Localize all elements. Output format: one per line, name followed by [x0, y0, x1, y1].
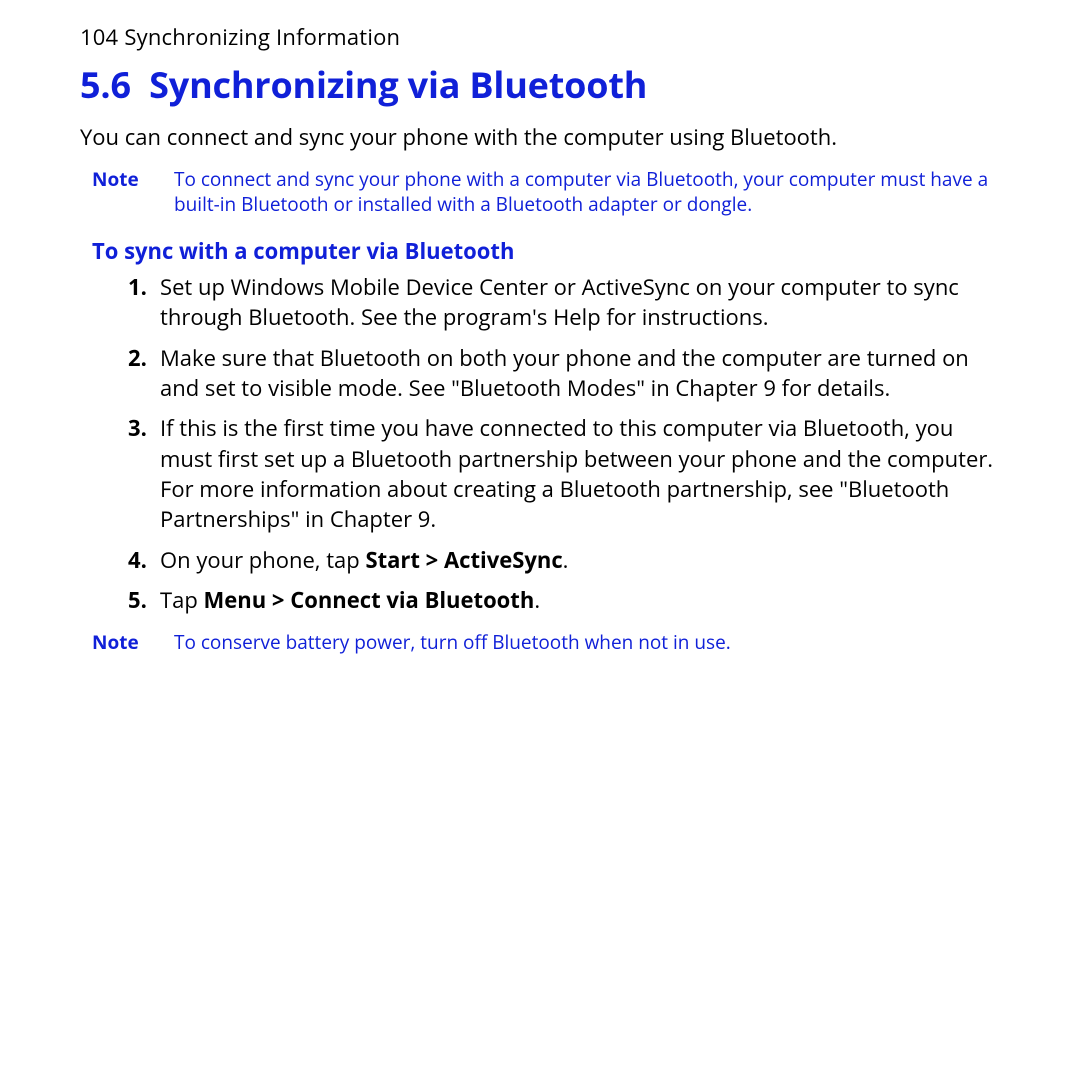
running-header: 104Synchronizing Information: [80, 22, 1010, 52]
note-block-2: Note To conserve battery power, turn off…: [80, 630, 1010, 656]
step-3-text: If this is the first time you have conne…: [160, 413, 993, 534]
note-label: Note: [92, 167, 140, 218]
section-number: 5.6: [80, 60, 131, 109]
step-3: If this is the first time you have conne…: [160, 413, 1010, 534]
note-block-1: Note To connect and sync your phone with…: [80, 167, 1010, 218]
step-4-post: .: [563, 545, 569, 575]
page-number: 104: [80, 22, 118, 52]
section-heading: 5.6 Synchronizing via Bluetooth: [80, 60, 1010, 109]
step-4-bold: Start > ActiveSync: [365, 545, 562, 575]
step-2: Make sure that Bluetooth on both your ph…: [160, 343, 1010, 404]
note-text: To conserve battery power, turn off Blue…: [174, 630, 1008, 656]
step-list: Set up Windows Mobile Device Center or A…: [80, 272, 1010, 616]
step-1-text: Set up Windows Mobile Device Center or A…: [160, 272, 959, 332]
intro-paragraph: You can connect and sync your phone with…: [80, 123, 1010, 153]
note-label: Note: [92, 630, 140, 656]
sub-heading: To sync with a computer via Bluetooth: [92, 236, 1010, 266]
step-4: On your phone, tap Start > ActiveSync.: [160, 545, 1010, 575]
page-content: 104Synchronizing Information 5.6 Synchro…: [0, 0, 1080, 655]
step-5-bold: Menu > Connect via Bluetooth: [204, 585, 535, 615]
step-2-text: Make sure that Bluetooth on both your ph…: [160, 343, 969, 403]
step-4-pre: On your phone, tap: [160, 545, 365, 575]
section-title-text: Synchronizing via Bluetooth: [149, 60, 647, 109]
step-5-pre: Tap: [160, 585, 204, 615]
step-5: Tap Menu > Connect via Bluetooth.: [160, 585, 1010, 615]
running-title: Synchronizing Information: [124, 22, 400, 52]
note-text: To connect and sync your phone with a co…: [174, 167, 1008, 218]
step-1: Set up Windows Mobile Device Center or A…: [160, 272, 1010, 333]
step-5-post: .: [534, 585, 540, 615]
